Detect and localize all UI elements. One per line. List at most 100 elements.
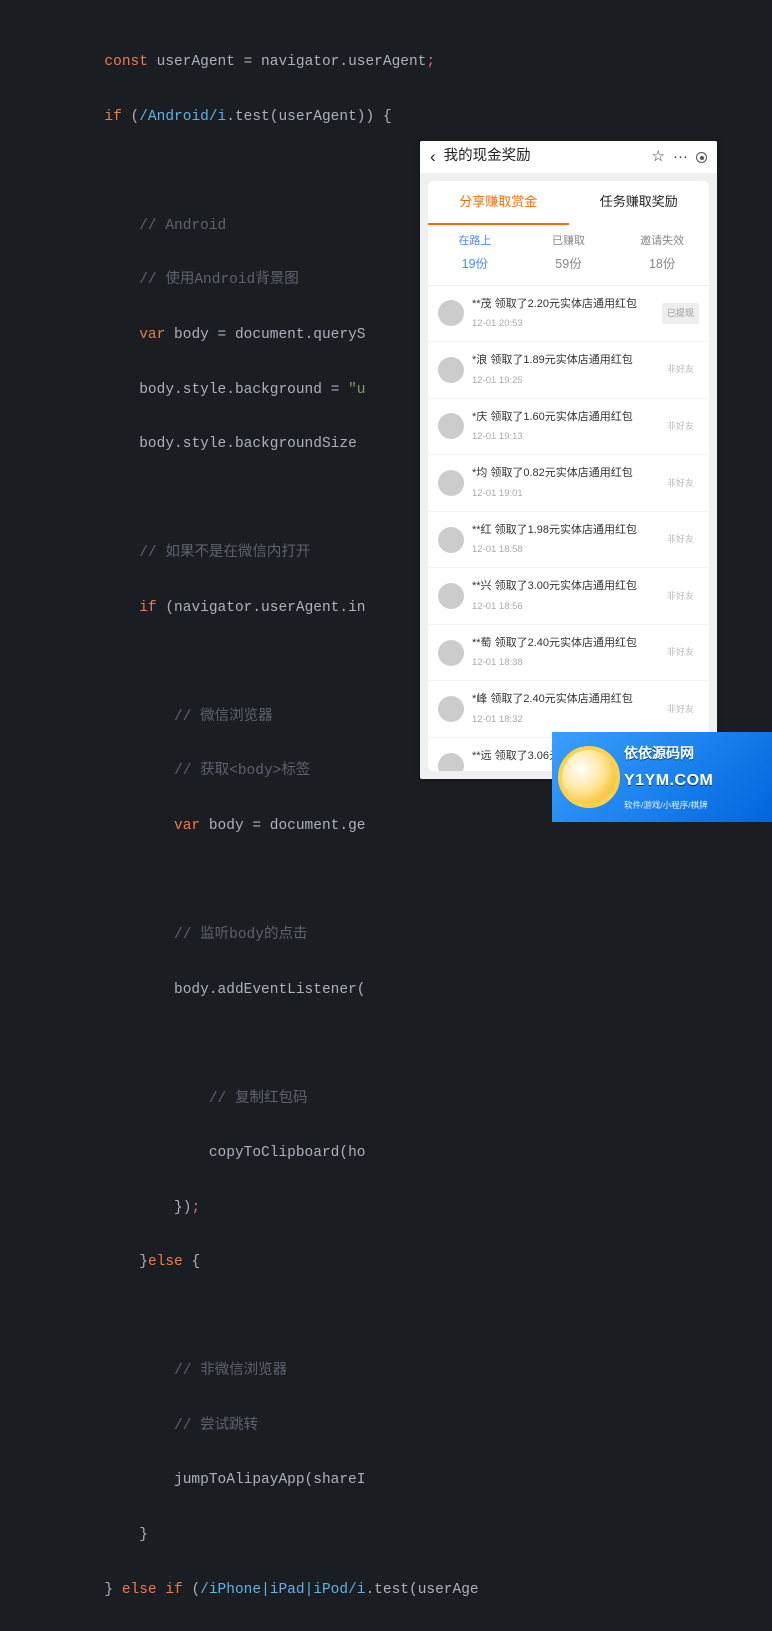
list-item[interactable]: **茂 领取了2.20元实体店通用红包 12-01 20:53 已提现 bbox=[428, 286, 709, 343]
phone-overlay: ‹ 我的现金奖励 ☆ ··· 分享赚取赏金 任务赚取奖励 在路上 19份 已赚取… bbox=[420, 141, 717, 779]
code-line bbox=[0, 1304, 772, 1331]
comment: // 尝试跳转 bbox=[174, 1418, 258, 1434]
list-item[interactable]: *浪 领取了1.89元实体店通用红包 12-01 19:25 非好友 bbox=[428, 342, 709, 399]
back-icon[interactable]: ‹ bbox=[430, 141, 436, 173]
watermark-url: Y1YM.COM bbox=[624, 766, 713, 796]
keyword-if: if bbox=[104, 109, 121, 125]
row-time: 12-01 18:56 bbox=[472, 598, 654, 616]
code-line bbox=[0, 1031, 772, 1058]
code-line: // 非微信浏览器 bbox=[0, 1358, 772, 1385]
avatar bbox=[438, 413, 464, 439]
row-title: **茂 领取了2.20元实体店通用红包 bbox=[472, 294, 654, 315]
keyword-var: var bbox=[174, 818, 200, 834]
row-time: 12-01 18:38 bbox=[472, 654, 654, 672]
star-icon[interactable]: ☆ bbox=[652, 143, 665, 171]
keyword-else: else bbox=[122, 1582, 157, 1598]
comment: // 如果不是在微信内打开 bbox=[139, 545, 310, 561]
status-badge: 非好友 bbox=[662, 642, 699, 663]
row-time: 12-01 19:13 bbox=[472, 428, 654, 446]
avatar bbox=[438, 357, 464, 383]
more-icon[interactable]: ··· bbox=[673, 143, 688, 171]
stat-earned[interactable]: 已赚取 59份 bbox=[522, 225, 616, 284]
row-title: *峰 领取了2.40元实体店通用红包 bbox=[472, 689, 654, 710]
list-item[interactable]: **萄 领取了2.40元实体店通用红包 12-01 18:38 非好友 bbox=[428, 625, 709, 682]
row-title: **红 领取了1.98元实体店通用红包 bbox=[472, 520, 654, 541]
stat-value: 18份 bbox=[615, 253, 709, 277]
status-badge: 非好友 bbox=[662, 529, 699, 550]
row-time: 12-01 19:01 bbox=[472, 485, 654, 503]
keyword-if: if bbox=[165, 1582, 182, 1598]
list-item[interactable]: **兴 领取了3.00元实体店通用红包 12-01 18:56 非好友 bbox=[428, 568, 709, 625]
watermark-tag: 软件/游戏/小程序/棋牌 bbox=[624, 798, 713, 814]
code-line: }); bbox=[0, 1195, 772, 1222]
page-title: 我的现金奖励 bbox=[444, 143, 644, 170]
code-line: body.addEventListener( bbox=[0, 977, 772, 1004]
row-time: 12-01 18:58 bbox=[472, 541, 654, 559]
code-line: if (/Android/i.test(userAgent)) { bbox=[0, 104, 772, 131]
stat-label: 邀请失效 bbox=[615, 231, 709, 252]
watermark: 依依源码网 Y1YM.COM 软件/游戏/小程序/棋牌 bbox=[552, 732, 772, 822]
row-time: 12-01 18:32 bbox=[472, 711, 654, 729]
status-badge: 非好友 bbox=[662, 699, 699, 720]
keyword-if: if bbox=[139, 600, 156, 616]
comment: // 复制红包码 bbox=[209, 1091, 308, 1107]
phone-card: 分享赚取赏金 任务赚取奖励 在路上 19份 已赚取 59份 邀请失效 18份 *… bbox=[428, 181, 709, 771]
comment: // 微信浏览器 bbox=[174, 709, 273, 725]
status-badge: 非好友 bbox=[662, 586, 699, 607]
comment: // 非微信浏览器 bbox=[174, 1363, 287, 1379]
comment: // 监听body的点击 bbox=[174, 927, 307, 943]
stat-value: 19份 bbox=[428, 253, 522, 277]
status-badge: 非好友 bbox=[662, 416, 699, 437]
tab-share[interactable]: 分享赚取赏金 bbox=[428, 181, 569, 225]
row-time: 12-01 20:53 bbox=[472, 315, 654, 333]
code-line: } bbox=[0, 1522, 772, 1549]
avatar bbox=[438, 583, 464, 609]
stat-value: 59份 bbox=[522, 253, 616, 277]
row-title: *庆 领取了1.60元实体店通用红包 bbox=[472, 407, 654, 428]
code-line bbox=[0, 867, 772, 894]
mascot-icon bbox=[558, 746, 620, 808]
avatar bbox=[438, 470, 464, 496]
code-line: // 尝试跳转 bbox=[0, 1413, 772, 1440]
phone-tabs: 分享赚取赏金 任务赚取奖励 bbox=[428, 181, 709, 225]
stat-label: 已赚取 bbox=[522, 231, 616, 252]
avatar bbox=[438, 300, 464, 326]
row-title: *均 领取了0.82元实体店通用红包 bbox=[472, 463, 654, 484]
code-line: jumpToAlipayApp(shareI bbox=[0, 1467, 772, 1494]
list-item[interactable]: *庆 领取了1.60元实体店通用红包 12-01 19:13 非好友 bbox=[428, 399, 709, 456]
code-line: copyToClipboard(ho bbox=[0, 1140, 772, 1167]
avatar bbox=[438, 753, 464, 771]
code-line: // 监听body的点击 bbox=[0, 922, 772, 949]
phone-list: **茂 领取了2.20元实体店通用红包 12-01 20:53 已提现 *浪 领… bbox=[428, 286, 709, 771]
watermark-cn: 依依源码网 bbox=[624, 740, 713, 766]
stat-expired[interactable]: 邀请失效 18份 bbox=[615, 225, 709, 284]
row-time: 12-01 19:25 bbox=[472, 372, 654, 390]
row-title: **兴 领取了3.00元实体店通用红包 bbox=[472, 576, 654, 597]
code-line: }else { bbox=[0, 1249, 772, 1276]
row-title: *浪 领取了1.89元实体店通用红包 bbox=[472, 350, 654, 371]
status-badge: 非好友 bbox=[662, 473, 699, 494]
phone-stats: 在路上 19份 已赚取 59份 邀请失效 18份 bbox=[428, 225, 709, 285]
avatar bbox=[438, 696, 464, 722]
row-title: **萄 领取了2.40元实体店通用红包 bbox=[472, 633, 654, 654]
stat-onroad[interactable]: 在路上 19份 bbox=[428, 225, 522, 284]
code-line: const userAgent = navigator.userAgent; bbox=[0, 49, 772, 76]
code-line: } else if (/iPhone|iPad|iPod/i.test(user… bbox=[0, 1577, 772, 1604]
regex: /Android/i bbox=[139, 109, 226, 125]
tab-tasks[interactable]: 任务赚取奖励 bbox=[569, 181, 710, 225]
list-item[interactable]: *峰 领取了2.40元实体店通用红包 12-01 18:32 非好友 bbox=[428, 681, 709, 738]
keyword-const: const bbox=[104, 54, 148, 70]
list-item[interactable]: **红 领取了1.98元实体店通用红包 12-01 18:58 非好友 bbox=[428, 512, 709, 569]
keyword-var: var bbox=[139, 327, 165, 343]
code-line: // 复制红包码 bbox=[0, 1086, 772, 1113]
avatar bbox=[438, 640, 464, 666]
keyword-else: else bbox=[148, 1254, 183, 1270]
comment: // Android bbox=[139, 218, 226, 234]
target-icon[interactable] bbox=[696, 152, 707, 163]
status-badge: 非好友 bbox=[662, 359, 699, 380]
comment: // 获取<body>标签 bbox=[174, 763, 310, 779]
stat-label: 在路上 bbox=[428, 231, 522, 252]
list-item[interactable]: *均 领取了0.82元实体店通用红包 12-01 19:01 非好友 bbox=[428, 455, 709, 512]
avatar bbox=[438, 527, 464, 553]
phone-navbar: ‹ 我的现金奖励 ☆ ··· bbox=[420, 141, 717, 173]
